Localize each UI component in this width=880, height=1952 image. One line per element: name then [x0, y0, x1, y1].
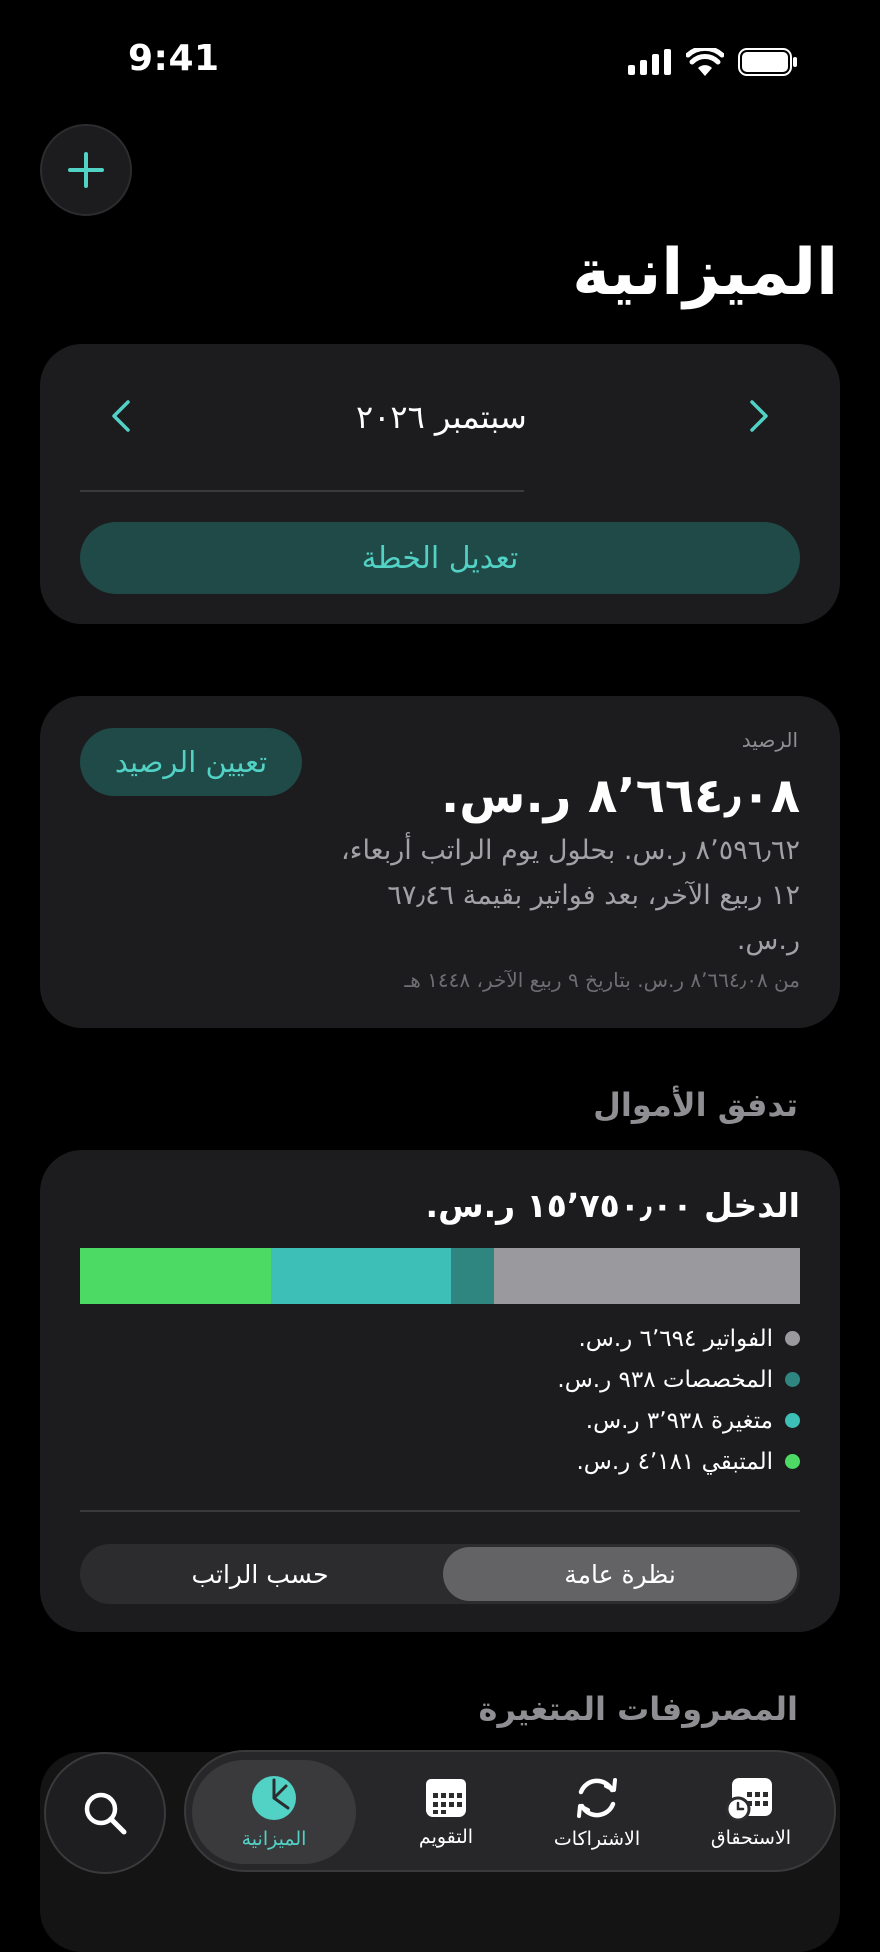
legend-item: المتبقي ٤٬١٨١ ر.س. [557, 1441, 800, 1482]
tab-budget[interactable]: الميزانية [192, 1760, 356, 1864]
legend-label: المتبقي ٤٬١٨١ ر.س. [576, 1448, 773, 1475]
wifi-icon [686, 48, 724, 76]
status-icons [628, 48, 798, 76]
chevron-left-icon [112, 400, 130, 432]
refresh-icon [577, 1778, 617, 1818]
add-button[interactable] [40, 124, 132, 216]
tab-calendar[interactable]: التقويم [376, 1760, 516, 1864]
search-icon [84, 1792, 127, 1835]
cash-flow-title: تدفق الأموال [593, 1086, 798, 1124]
cash-flow-bar-segment [451, 1248, 495, 1304]
tab-budget-label: الميزانية [241, 1828, 307, 1850]
balance-footnote: من ٨٬٦٦٤٫٠٨ ر.س. بتاريخ ٩ ربيع الآخر، ١٤… [404, 968, 800, 992]
view-segmented-control: نظرة عامة حسب الراتب [80, 1544, 800, 1604]
income-total: الدخل ١٥٬٧٥٠٫٠٠ ر.س. [425, 1186, 800, 1225]
pie-chart-icon [252, 1776, 296, 1820]
legend-dot [785, 1331, 800, 1346]
previous-month-button[interactable] [108, 398, 134, 438]
plus-icon [68, 152, 104, 188]
legend-label: الفواتير ٦٬٦٩٤ ر.س. [578, 1325, 773, 1352]
cash-flow-bar-segment [271, 1248, 452, 1304]
search-button[interactable] [44, 1752, 166, 1874]
balance-amount: ٨٬٦٦٤٫٠٨ ر.س. [441, 768, 800, 824]
legend-dot [785, 1454, 800, 1469]
tab-subscriptions[interactable]: الاشتراكات [522, 1760, 672, 1864]
next-month-button[interactable] [746, 398, 772, 438]
balance-label: الرصيد [741, 728, 798, 752]
legend-item: الفواتير ٦٬٦٩٤ ر.س. [557, 1318, 800, 1359]
tab-calendar-label: التقويم [418, 1826, 474, 1848]
legend-dot [785, 1413, 800, 1428]
segment-by-payday[interactable]: حسب الراتب [83, 1547, 437, 1601]
signal-icon [628, 49, 671, 75]
month-divider [80, 490, 524, 492]
month-label: سبتمبر ٢٠٢٦ [356, 398, 527, 436]
legend-dot [785, 1372, 800, 1387]
cash-flow-divider [80, 1510, 800, 1512]
battery-icon [738, 48, 797, 76]
variable-expenses-title: المصروفات المتغيرة [478, 1690, 798, 1728]
cash-flow-legend: الفواتير ٦٬٦٩٤ ر.س. المخصصات ٩٣٨ ر.س. متغي… [557, 1318, 800, 1482]
calendar-icon [426, 1779, 466, 1817]
cash-flow-bar-segment [80, 1248, 272, 1304]
edit-plan-button[interactable]: تعديل الخطة [80, 522, 800, 594]
segment-overview[interactable]: نظرة عامة [443, 1547, 797, 1601]
balance-detail: ٨٬٥٩٦٫٦٢ ر.س. بحلول يوم الراتب أربعاء، ١… [341, 835, 800, 956]
page-title: الميزانية [572, 236, 838, 310]
legend-label: المخصصات ٩٣٨ ر.س. [557, 1366, 773, 1393]
calendar-clock-icon [726, 1778, 772, 1821]
legend-label: متغيرة ٣٬٩٣٨ ر.س. [585, 1407, 773, 1434]
tab-due[interactable]: الاستحقاق [676, 1760, 826, 1864]
legend-item: متغيرة ٣٬٩٣٨ ر.س. [557, 1400, 800, 1441]
legend-item: المخصصات ٩٣٨ ر.س. [557, 1359, 800, 1400]
tab-bar: الميزانية التقويم الاشتراكات الاستحقاق [184, 1750, 836, 1872]
set-balance-button[interactable]: تعيين الرصيد [80, 728, 302, 796]
tab-subscriptions-label: الاشتراكات [553, 1828, 641, 1850]
cash-flow-bar-segment [494, 1248, 800, 1304]
status-time: 9:41 [128, 38, 220, 79]
chevron-right-icon [750, 400, 768, 432]
cash-flow-bar [80, 1248, 800, 1304]
tab-due-label: الاستحقاق [710, 1827, 792, 1849]
